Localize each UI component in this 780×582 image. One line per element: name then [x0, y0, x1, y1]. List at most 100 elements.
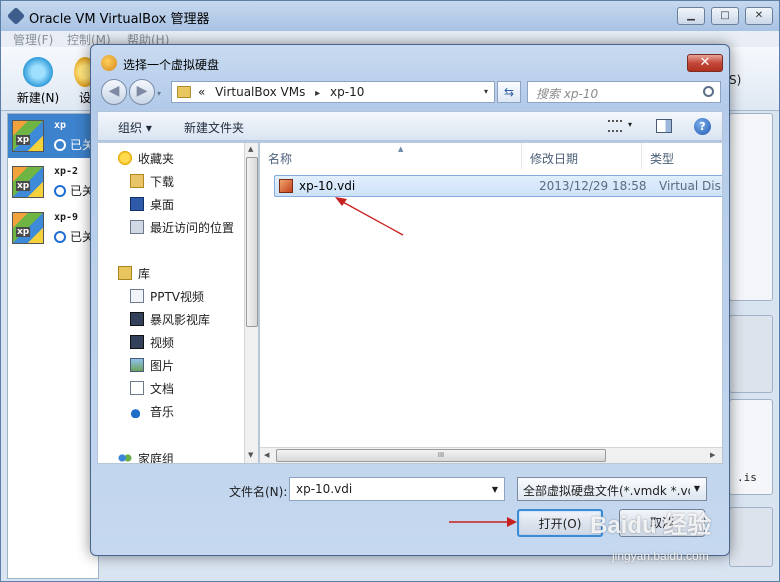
- scroll-down-icon[interactable]: ▼: [248, 451, 253, 459]
- close-button[interactable]: ✕: [745, 7, 773, 25]
- horizontal-scrollbar[interactable]: ◀ III ▶: [260, 447, 722, 463]
- refresh-button[interactable]: ⇆: [497, 81, 521, 103]
- view-dropdown-icon[interactable]: ▾: [628, 120, 632, 129]
- file-type-filter-select[interactable]: 全部虚拟硬盘文件(*.vmdk *.vd ▼: [517, 477, 707, 501]
- main-window-title: Oracle VM VirtualBox 管理器: [29, 12, 210, 27]
- music-note-icon: [130, 404, 144, 418]
- power-off-icon: [54, 231, 66, 243]
- vm-name: xp-2: [54, 166, 79, 177]
- homegroup-icon: [118, 451, 132, 463]
- windows-xp-os-icon: xp: [12, 212, 44, 244]
- vm-state: 已关: [54, 182, 94, 199]
- main-title-bar: Oracle VM VirtualBox 管理器 ▁ □ ✕: [1, 1, 779, 31]
- annotation-arrow: [335, 197, 404, 236]
- scroll-thumb[interactable]: [246, 157, 258, 327]
- file-row[interactable]: xp-10.vdi 2013/12/29 18:58 Virtual Disk: [274, 175, 723, 197]
- vm-state: 已关: [54, 228, 94, 245]
- breadcrumb-overflow[interactable]: «: [198, 85, 205, 99]
- breadcrumb-virtualbox-vms[interactable]: VirtualBox VMs: [215, 85, 305, 99]
- dialog-app-icon: [101, 55, 117, 71]
- watermark-url: jingyan.baidu.com: [612, 549, 709, 563]
- video-library-icon: [130, 312, 144, 326]
- column-header-name[interactable]: 名称: [260, 143, 522, 169]
- vm-list-item[interactable]: xp xp-9 已关: [8, 206, 98, 250]
- vm-name: xp-9: [54, 212, 79, 223]
- partial-details-text: .is: [737, 471, 757, 484]
- help-icon[interactable]: ?: [694, 118, 711, 135]
- organize-button[interactable]: 组织 ▾: [118, 119, 152, 136]
- file-type-filter-value: 全部虚拟硬盘文件(*.vmdk *.vd: [523, 484, 696, 498]
- dialog-title: 选择一个虚拟硬盘: [123, 58, 220, 72]
- filename-value: xp-10.vdi: [296, 482, 353, 496]
- filename-label: 文件名(N):: [229, 485, 288, 499]
- filename-input[interactable]: xp-10.vdi ▼: [289, 477, 505, 501]
- details-panel: [729, 113, 773, 301]
- navigation-scrollbar[interactable]: ▲ ▼: [244, 143, 258, 463]
- breadcrumb: « VirtualBox VMs ▸ xp-10: [198, 85, 370, 99]
- maximize-button[interactable]: □: [711, 7, 739, 25]
- forward-button[interactable]: ▶: [129, 79, 155, 105]
- scroll-thumb[interactable]: III: [276, 449, 606, 462]
- new-vm-icon: [23, 57, 53, 87]
- documents-icon: [130, 381, 144, 395]
- vm-list-item[interactable]: xp xp-2 已关: [8, 160, 98, 204]
- recent-locations-dropdown[interactable]: ▾: [157, 89, 161, 98]
- column-header-type[interactable]: 类型: [642, 143, 722, 169]
- vm-list-item[interactable]: xp xp 已关: [8, 114, 98, 158]
- new-vm-button[interactable]: 新建(N): [11, 47, 65, 106]
- column-header-date[interactable]: 修改日期: [522, 143, 642, 169]
- film-icon: [130, 335, 144, 349]
- power-off-icon: [54, 139, 66, 151]
- search-input[interactable]: 搜索 xp-10: [527, 81, 721, 103]
- choose-virtual-disk-dialog: 选择一个虚拟硬盘 ✕ ◀ ▶ ▾ « VirtualBox VMs ▸ xp-1…: [90, 44, 730, 556]
- details-panel: [729, 315, 773, 393]
- partial-toolbar-text: S): [729, 73, 742, 87]
- annotation-arrow: [449, 517, 517, 527]
- breadcrumb-separator-icon[interactable]: ▸: [315, 88, 320, 99]
- new-folder-button[interactable]: 新建文件夹: [184, 119, 244, 136]
- star-icon: [118, 151, 132, 165]
- file-modified-date: 2013/12/29 18:58: [539, 179, 647, 193]
- navigation-pane: 收藏夹 下载 桌面 最近访问的位置 库 PPTV视频 暴风影视库 视频 图片 文…: [97, 142, 259, 464]
- new-vm-label: 新建(N): [16, 91, 60, 105]
- back-button[interactable]: ◀: [101, 79, 127, 105]
- virtualbox-logo-icon: [6, 6, 26, 26]
- windows-xp-os-icon: xp: [12, 120, 44, 152]
- baidu-watermark: Baidu 经验 jingyan.baidu.com: [590, 505, 780, 580]
- windows-xp-os-icon: xp: [12, 166, 44, 198]
- dialog-close-button[interactable]: ✕: [687, 54, 723, 72]
- recent-places-icon: [130, 220, 144, 234]
- desktop-icon: [130, 197, 144, 211]
- downloads-folder-icon: [130, 174, 144, 188]
- preview-pane-icon[interactable]: [656, 119, 672, 133]
- scroll-left-icon[interactable]: ◀: [264, 451, 269, 459]
- dialog-title-bar: 选择一个虚拟硬盘: [99, 53, 719, 75]
- vm-name: xp: [54, 120, 67, 131]
- scroll-up-icon[interactable]: ▲: [248, 145, 253, 153]
- view-options-icon[interactable]: [608, 120, 622, 132]
- pictures-icon: [130, 358, 144, 372]
- folder-icon: [177, 86, 191, 98]
- menu-manage[interactable]: 管理(F): [13, 31, 53, 48]
- address-bar[interactable]: « VirtualBox VMs ▸ xp-10 ▾: [171, 81, 495, 103]
- library-icon: [130, 289, 144, 303]
- chevron-down-icon[interactable]: ▼: [690, 480, 704, 498]
- virtual-disk-file-icon: [279, 179, 293, 193]
- file-name: xp-10.vdi: [299, 179, 356, 193]
- command-bar: 组织 ▾ 新建文件夹 ▾ ?: [97, 111, 723, 141]
- file-list-pane: ▲ 名称 修改日期 类型 xp-10.vdi 2013/12/29 18:58 …: [259, 142, 723, 464]
- address-dropdown-icon[interactable]: ▾: [484, 87, 488, 96]
- navigation-row: ◀ ▶ ▾ « VirtualBox VMs ▸ xp-10 ▾ ⇆ 搜索 xp…: [99, 77, 723, 107]
- library-folder-icon: [118, 266, 132, 280]
- vm-list: xp xp 已关 xp xp-2 已关 xp xp-9 已关: [7, 113, 99, 579]
- watermark-logo: Baidu 经验: [590, 512, 712, 539]
- scroll-right-icon[interactable]: ▶: [710, 451, 715, 459]
- search-placeholder: 搜索 xp-10: [536, 87, 599, 101]
- breadcrumb-xp-10[interactable]: xp-10: [330, 85, 364, 99]
- file-type: Virtual Disk: [659, 179, 723, 193]
- power-off-icon: [54, 185, 66, 197]
- chevron-down-icon[interactable]: ▼: [492, 485, 498, 494]
- search-icon: [703, 86, 714, 97]
- minimize-button[interactable]: ▁: [677, 7, 705, 25]
- vm-state: 已关: [54, 136, 94, 153]
